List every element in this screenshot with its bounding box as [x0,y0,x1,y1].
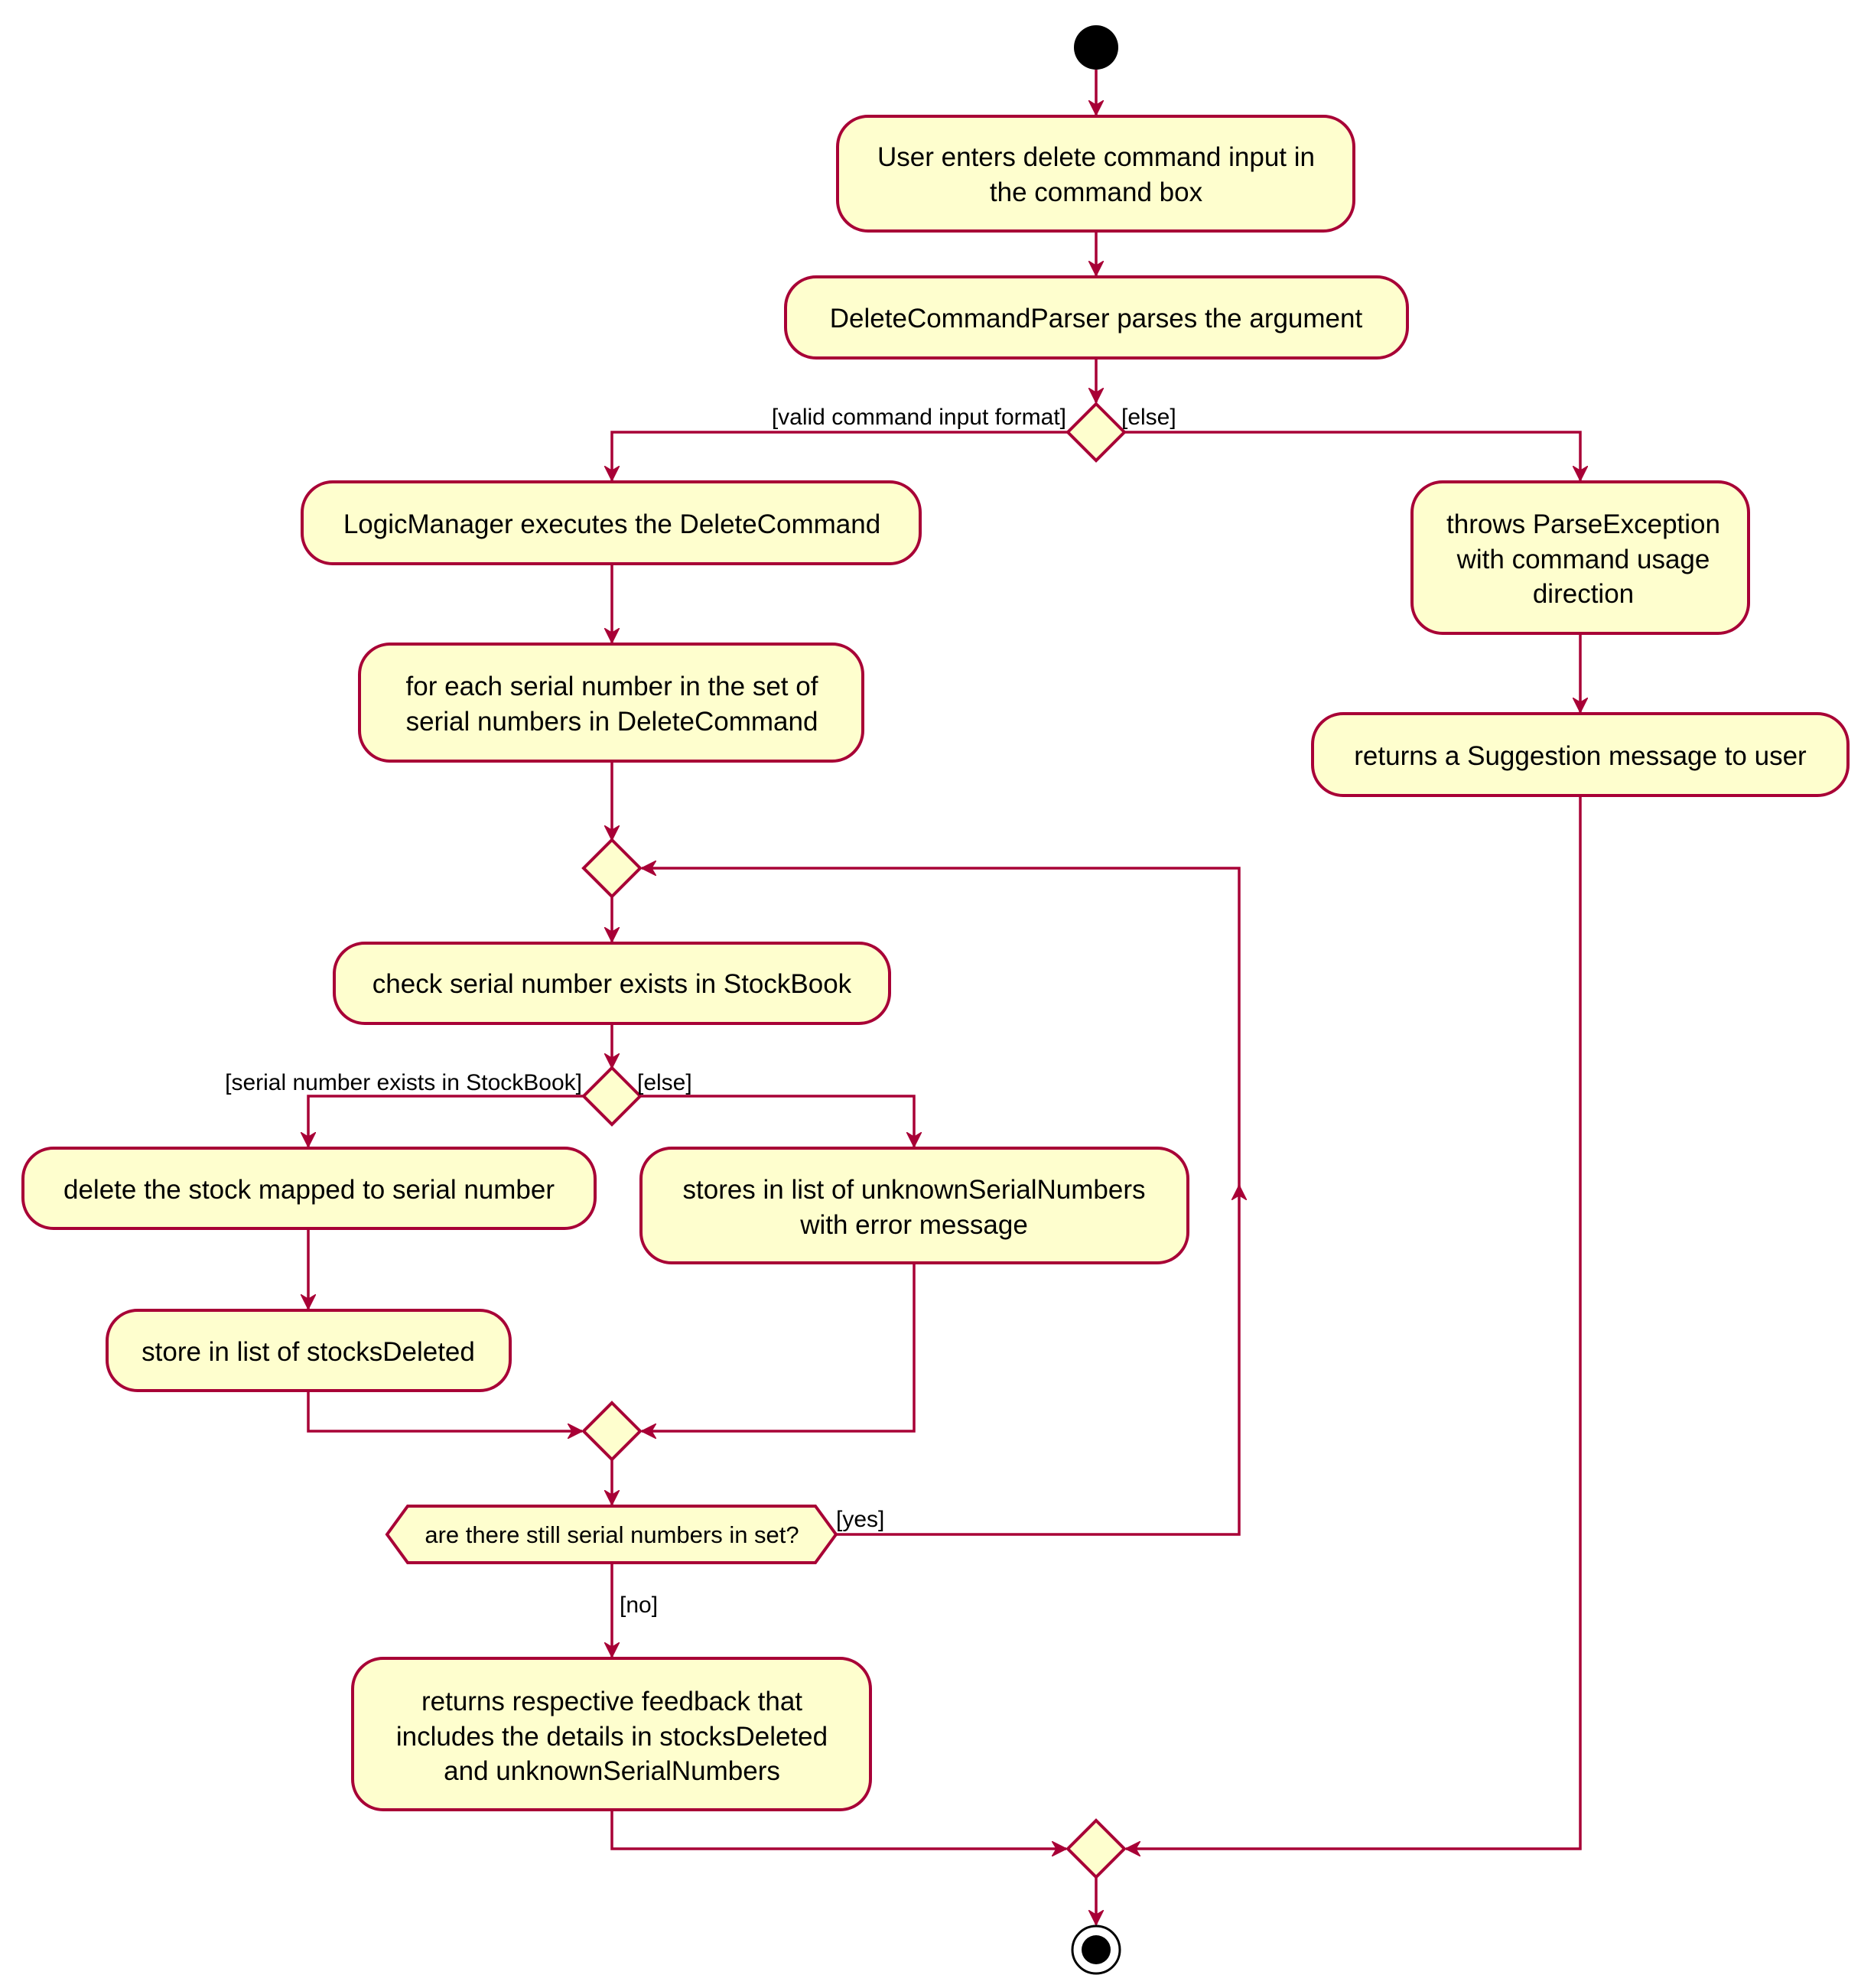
guard-label-exists: [serial number exists in StockBook] [225,1070,582,1095]
activity-feedback: returns respective feedback that include… [351,1657,872,1811]
activity-throws: throws ParseException with command usage… [1410,480,1750,635]
activity-label: throws ParseException [1446,509,1720,539]
edge-else-to-throws [1124,431,1580,480]
edge-store-unknown-to-merge [642,1263,916,1431]
activity-user-enters: User enters delete command input in the … [836,115,1355,233]
activity-label: with error message [799,1210,1028,1240]
guard-label-else: [else] [1121,405,1176,430]
merge-final [1066,1818,1127,1879]
activity-for-each: for each serial number in the set of ser… [358,643,864,763]
activity-label: direction [1533,579,1634,609]
activity-label: DeleteCommandParser parses the argument [830,304,1363,334]
activity-label: the command box [990,177,1203,207]
edge-valid-to-logic-manager [612,431,1068,480]
activity-label: LogicManager executes the DeleteCommand [343,509,880,539]
decision-question: are there still serial numbers in set? [425,1521,799,1548]
activity-label: stores in list of unknownSerialNumbers [683,1175,1146,1205]
guard-label-no: [no] [620,1593,658,1618]
activity-label: with command usage [1456,545,1710,574]
activity-store-deleted: store in list of stocksDeleted [106,1309,512,1392]
guard-label-yes: [yes] [836,1507,884,1532]
activity-logic-manager: LogicManager executes the DeleteCommand [301,480,922,565]
activity-label: serial numbers in DeleteCommand [406,707,818,737]
activity-diagram: User enters delete command input in the … [21,25,1850,1975]
activity-label: for each serial number in the set of [406,672,818,701]
edge-yes-loop-back-upper [642,868,1241,1187]
activity-parser: DeleteCommandParser parses the argument [784,275,1409,360]
activity-label: delete the stock mapped to serial number [63,1175,555,1205]
decision-more-serials: are there still serial numbers in set? [… [385,1505,884,1618]
activity-delete-stock: delete the stock mapped to serial number [21,1147,597,1230]
end-node-icon [1071,1925,1121,1975]
start-node-icon [1074,25,1118,70]
activity-label: includes the details in stocksDeleted [396,1722,828,1752]
activity-label: User enters delete command input in [877,142,1315,172]
edge-else-to-store-unknown [640,1095,914,1147]
activity-label: returns a Suggestion message to user [1354,741,1807,771]
edge-store-deleted-to-merge [307,1391,582,1431]
guard-label-else: [else] [637,1070,692,1095]
activity-suggestion: returns a Suggestion message to user [1311,712,1850,797]
activity-label: and unknownSerialNumbers [444,1756,780,1786]
activity-label: check serial number exists in StockBook [373,969,852,999]
activity-label: store in list of stocksDeleted [142,1337,475,1367]
merge-branches [581,1401,643,1462]
merge-loop-start [581,838,643,899]
activity-check-exists: check serial number exists in StockBook [333,942,891,1025]
guard-label-valid: [valid command input format] [772,405,1066,430]
activity-label: returns respective feedback that [421,1687,802,1716]
edge-suggestion-to-final-merge [1126,796,1582,1849]
edge-feedback-to-final-merge [610,1810,1066,1849]
activity-store-unknown: stores in list of unknownSerialNumbers w… [639,1147,1189,1264]
edge-exists-to-delete [308,1095,584,1147]
